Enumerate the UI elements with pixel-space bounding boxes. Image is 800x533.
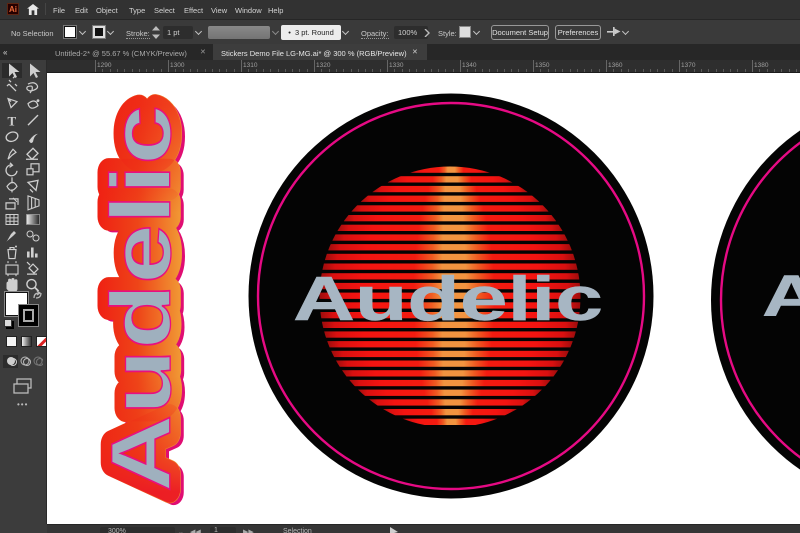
- svg-text:Audelic: Audelic: [762, 264, 800, 329]
- svg-text:T: T: [8, 114, 17, 129]
- svg-text:Audelic: Audelic: [293, 265, 603, 334]
- svg-text:Audelic: Audelic: [94, 105, 188, 492]
